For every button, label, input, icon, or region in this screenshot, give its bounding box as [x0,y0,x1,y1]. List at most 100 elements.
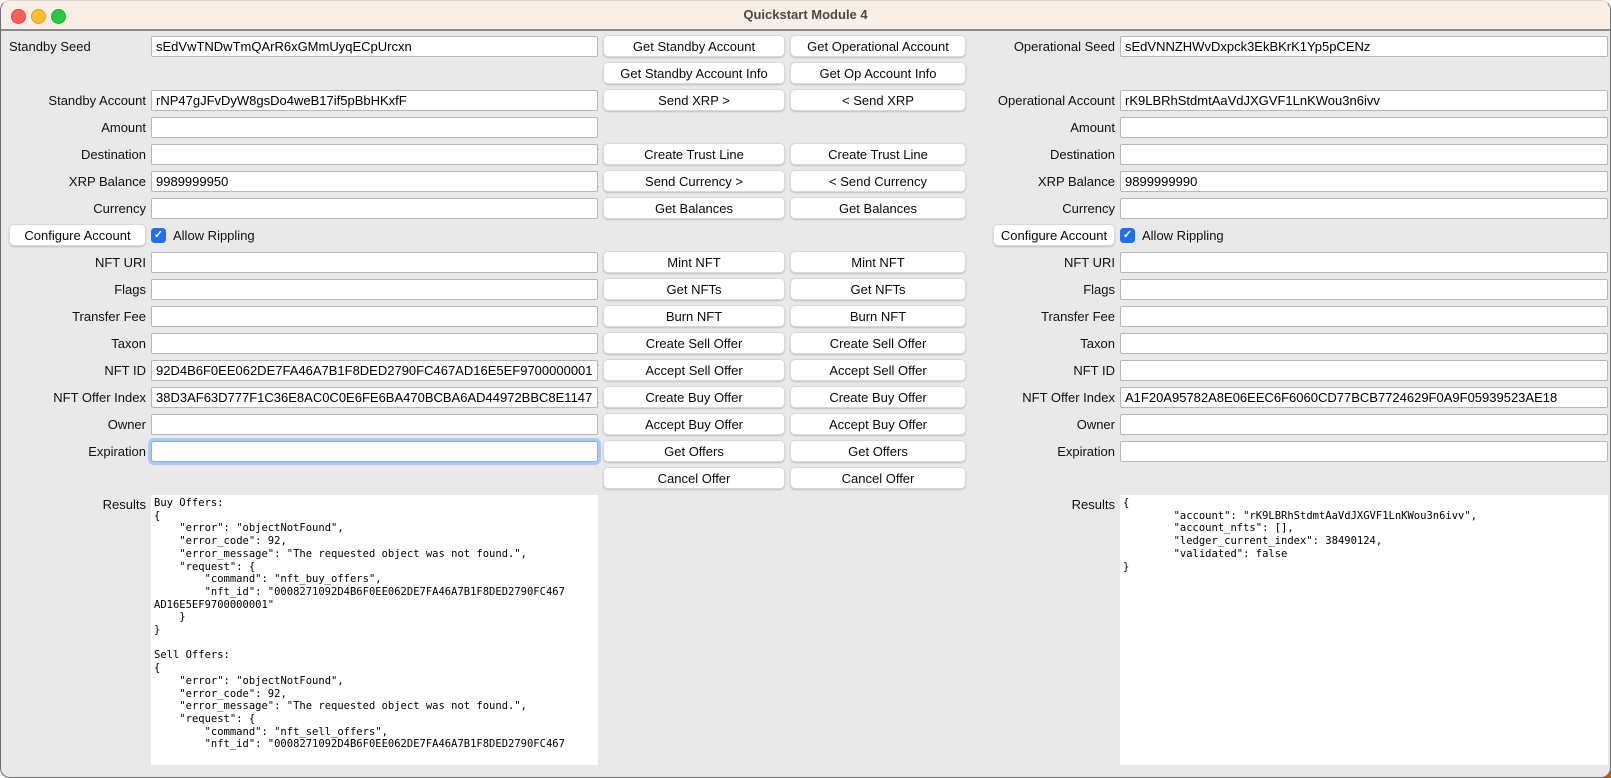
get-offers-standby-button[interactable]: Get Offers [603,440,785,462]
standby-xrp-balance-input[interactable] [151,171,598,192]
standby-amount-label: Amount [9,114,146,141]
standby-destination-input[interactable] [151,144,598,165]
operational-nft-offer-index-input[interactable] [1120,387,1608,408]
cancel-offer-operational-button[interactable]: Cancel Offer [790,467,966,489]
operational-expiration-input[interactable] [1120,441,1608,462]
accept-buy-offer-standby-button[interactable]: Accept Buy Offer [603,413,785,435]
operational-results-textarea[interactable]: { "account": "rK9LBRhStdmtAaVdJXGVF1LnKW… [1120,495,1608,765]
mint-nft-operational-button[interactable]: Mint NFT [790,251,966,273]
get-balances-standby-button[interactable]: Get Balances [603,197,785,219]
create-buy-offer-operational-button[interactable]: Create Buy Offer [790,386,966,408]
standby-account-input[interactable] [151,90,598,111]
operational-account-input[interactable] [1120,90,1608,111]
main-content: Standby Seed Standby Account Amount Dest… [1,31,1610,777]
get-standby-account-info-button[interactable]: Get Standby Account Info [603,62,785,84]
standby-expiration-label: Expiration [9,438,146,465]
accept-sell-offer-operational-button[interactable]: Accept Sell Offer [790,359,966,381]
standby-seed-label: Standby Seed [9,33,146,60]
standby-allow-rippling-label: Allow Rippling [173,222,255,249]
send-currency-right-button[interactable]: Send Currency > [603,170,785,192]
send-xrp-right-button[interactable]: Send XRP > [603,89,785,111]
operational-destination-input[interactable] [1120,144,1608,165]
send-currency-left-button[interactable]: < Send Currency [790,170,966,192]
create-sell-offer-operational-button[interactable]: Create Sell Offer [790,332,966,354]
operational-flags-input[interactable] [1120,279,1608,300]
standby-nft-offer-index-label: NFT Offer Index [9,384,146,411]
get-offers-operational-button[interactable]: Get Offers [790,440,966,462]
screen: Quickstart Module 4 Standby Seed Standby… [0,0,1611,778]
get-standby-account-button[interactable]: Get Standby Account [603,35,785,57]
operational-xrp-balance-input[interactable] [1120,171,1608,192]
window-title: Quickstart Module 4 [1,1,1610,29]
operational-owner-label: Owner [971,411,1115,438]
mint-nft-standby-button[interactable]: Mint NFT [603,251,785,273]
zoom-window-button[interactable] [51,9,66,24]
operational-amount-input[interactable] [1120,117,1608,138]
operational-xrp-balance-label: XRP Balance [971,168,1115,195]
standby-currency-label: Currency [9,195,146,222]
operational-currency-label: Currency [971,195,1115,222]
standby-xrp-balance-label: XRP Balance [9,168,146,195]
operational-nft-offer-index-label: NFT Offer Index [971,384,1115,411]
standby-nft-uri-label: NFT URI [9,249,146,276]
operational-nft-id-input[interactable] [1120,360,1608,381]
operational-seed-label: Operational Seed [971,33,1115,60]
standby-nft-uri-input[interactable] [151,252,598,273]
operational-allow-rippling-checkbox[interactable]: ✓ [1120,228,1135,243]
operational-allow-rippling-label: Allow Rippling [1142,222,1224,249]
standby-seed-input[interactable] [151,36,598,57]
accept-sell-offer-standby-button[interactable]: Accept Sell Offer [603,359,785,381]
standby-transfer-fee-input[interactable] [151,306,598,327]
operational-nft-uri-input[interactable] [1120,252,1608,273]
create-trust-line-standby-button[interactable]: Create Trust Line [603,143,785,165]
standby-allow-rippling-row: ✓ Allow Rippling [151,222,598,249]
standby-flags-input[interactable] [151,279,598,300]
standby-results-label: Results [9,492,146,517]
minimize-window-button[interactable] [31,9,46,24]
standby-taxon-label: Taxon [9,330,146,357]
operational-allow-rippling-row: ✓ Allow Rippling [1120,222,1608,249]
send-xrp-left-button[interactable]: < Send XRP [790,89,966,111]
operational-transfer-fee-label: Transfer Fee [971,303,1115,330]
operational-seed-input[interactable] [1120,36,1608,57]
operational-flags-label: Flags [971,276,1115,303]
operational-configure-account-button[interactable]: Configure Account [993,224,1115,246]
standby-currency-input[interactable] [151,198,598,219]
get-balances-operational-button[interactable]: Get Balances [790,197,966,219]
burn-nft-standby-button[interactable]: Burn NFT [603,305,785,327]
close-window-button[interactable] [11,9,26,24]
operational-transfer-fee-input[interactable] [1120,306,1608,327]
operational-owner-input[interactable] [1120,414,1608,435]
operational-destination-label: Destination [971,141,1115,168]
standby-nft-offer-index-input[interactable] [151,387,598,408]
create-buy-offer-standby-button[interactable]: Create Buy Offer [603,386,785,408]
operational-taxon-label: Taxon [971,330,1115,357]
operational-expiration-label: Expiration [971,438,1115,465]
create-sell-offer-standby-button[interactable]: Create Sell Offer [603,332,785,354]
standby-taxon-input[interactable] [151,333,598,354]
get-nfts-operational-button[interactable]: Get NFTs [790,278,966,300]
operational-taxon-input[interactable] [1120,333,1608,354]
titlebar[interactable]: Quickstart Module 4 [1,1,1610,31]
standby-results-textarea[interactable]: Buy Offers: { "error": "objectNotFound",… [151,495,598,765]
get-op-account-info-button[interactable]: Get Op Account Info [790,62,966,84]
standby-owner-label: Owner [9,411,146,438]
operational-amount-label: Amount [971,114,1115,141]
standby-destination-label: Destination [9,141,146,168]
standby-flags-label: Flags [9,276,146,303]
burn-nft-operational-button[interactable]: Burn NFT [790,305,966,327]
standby-amount-input[interactable] [151,117,598,138]
operational-account-label: Operational Account [971,87,1115,114]
standby-allow-rippling-checkbox[interactable]: ✓ [151,228,166,243]
standby-configure-account-button[interactable]: Configure Account [9,224,146,246]
accept-buy-offer-operational-button[interactable]: Accept Buy Offer [790,413,966,435]
operational-results-label: Results [971,492,1115,517]
standby-nft-id-input[interactable] [151,360,598,381]
get-nfts-standby-button[interactable]: Get NFTs [603,278,785,300]
get-operational-account-button[interactable]: Get Operational Account [790,35,966,57]
create-trust-line-operational-button[interactable]: Create Trust Line [790,143,966,165]
cancel-offer-standby-button[interactable]: Cancel Offer [603,467,785,489]
standby-expiration-input[interactable] [151,441,598,462]
standby-owner-input[interactable] [151,414,598,435]
operational-currency-input[interactable] [1120,198,1608,219]
